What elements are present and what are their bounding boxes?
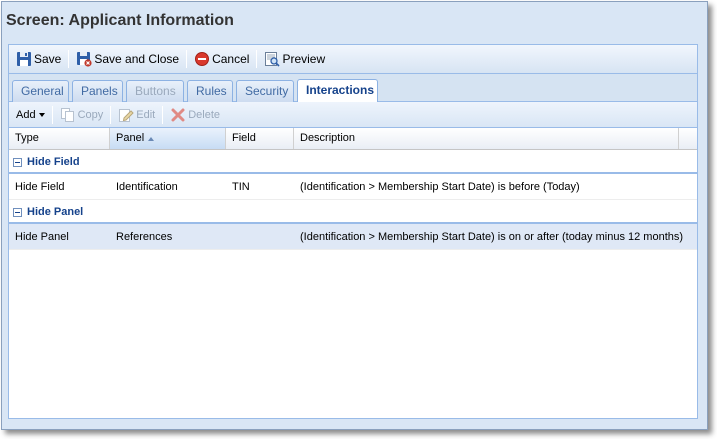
group-label: Hide Panel [27,206,84,218]
column-header-description[interactable]: Description [294,128,679,149]
screen-window: Screen: Applicant Information Save Save … [1,1,708,430]
column-header-type[interactable]: Type [9,128,110,149]
group-header-hide-field[interactable]: Hide Field [9,150,697,174]
column-header-field[interactable]: Field [226,128,294,149]
table-row[interactable]: Hide Field Identification TIN (Identific… [9,174,697,200]
dropdown-arrow-icon [38,112,45,117]
toolbar-separator [256,50,258,68]
preview-icon [264,51,281,67]
edit-button[interactable]: Edit [115,104,158,126]
column-header-panel-label: Panel [116,132,145,144]
column-header-spacer [679,128,697,149]
delete-label: Delete [188,108,221,121]
main-panel: Save Save and Close Cancel Preview Gener… [8,44,698,419]
copy-button[interactable]: Copy [57,104,107,126]
delete-button[interactable]: Delete [167,104,223,126]
floppy-disk-icon [16,51,32,67]
toolbar-separator [51,105,53,124]
grid-toolbar: Add Copy Edit Delete [9,102,697,128]
save-and-close-label: Save and Close [94,52,180,66]
tab-security[interactable]: Security [236,80,294,102]
toolbar-separator [186,50,188,68]
cell-description: (Identification > Membership Start Date)… [300,230,684,243]
toolbar-separator [68,50,70,68]
tab-general[interactable]: General [12,80,69,102]
edit-icon [118,107,134,123]
add-label: Add [16,108,36,121]
toolbar-separator [110,105,112,124]
add-button[interactable]: Add [13,104,48,126]
cell-field: TIN [232,180,250,193]
column-header-panel[interactable]: Panel [110,128,226,149]
collapse-icon[interactable] [13,208,22,217]
preview-button[interactable]: Preview [261,48,328,70]
copy-label: Copy [77,108,104,121]
cancel-label: Cancel [212,52,250,66]
tab-panels[interactable]: Panels [72,80,123,102]
cell-type: Hide Panel [15,230,69,243]
table-row[interactable]: Hide Panel References (Identification > … [9,224,697,250]
tab-strip: General Panels Buttons Rules Security In… [9,74,697,102]
save-button[interactable]: Save [13,48,64,70]
tab-buttons[interactable]: Buttons [126,80,184,102]
cell-panel: References [116,230,173,243]
save-label: Save [34,52,62,66]
toolbar-separator [162,105,164,124]
collapse-icon[interactable] [13,158,22,167]
cell-type: Hide Field [15,180,65,193]
page-title: Screen: Applicant Information [6,12,234,29]
main-toolbar: Save Save and Close Cancel Preview [9,45,697,74]
cancel-button[interactable]: Cancel [191,48,252,70]
copy-icon [60,107,76,123]
preview-label: Preview [282,52,326,66]
grid-header: Type Panel Field Description [9,128,697,150]
tab-interactions[interactable]: Interactions [297,79,378,102]
save-close-icon [76,51,92,67]
cancel-icon [194,51,210,67]
tab-rules[interactable]: Rules [187,80,233,102]
group-label: Hide Field [27,156,80,168]
edit-label: Edit [136,108,156,121]
delete-icon [170,107,186,123]
save-and-close-button[interactable]: Save and Close [73,48,182,70]
cell-panel: Identification [116,180,178,193]
sort-ascending-icon [148,136,155,141]
cell-description: (Identification > Membership Start Date)… [300,180,580,193]
group-header-hide-panel[interactable]: Hide Panel [9,200,697,224]
